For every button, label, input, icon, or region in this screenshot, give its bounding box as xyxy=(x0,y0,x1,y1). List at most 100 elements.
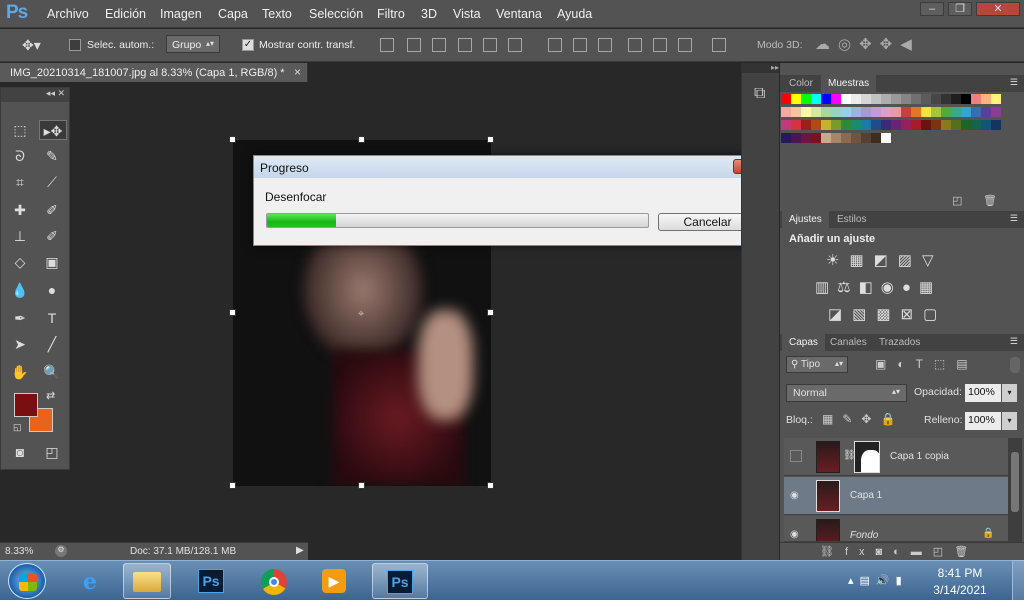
align-hcenter-icon[interactable] xyxy=(483,38,497,52)
adjustment-icons-row3[interactable]: ◪▧▩⊠▢ xyxy=(828,305,947,323)
fill-dropdown-icon[interactable]: ▾ xyxy=(1002,412,1017,430)
gradient-icon[interactable]: ▣ xyxy=(41,252,63,272)
taskbar-photoshop[interactable]: Ps xyxy=(187,563,235,599)
lock-icons[interactable]: ▦✎✥🔒 xyxy=(822,412,904,426)
clock[interactable]: 8:41 PM 3/14/2021 xyxy=(930,566,990,597)
layer-row-selected[interactable]: ◉ Capa 1 xyxy=(784,477,1008,515)
toolbox-header[interactable]: ◂◂ ✕ xyxy=(1,88,69,102)
distribute-top-icon[interactable] xyxy=(548,38,562,52)
color-swatch[interactable] xyxy=(841,94,851,104)
layers-scrollbar[interactable] xyxy=(1008,438,1022,542)
eraser-icon[interactable]: ◇ xyxy=(9,252,31,272)
color-swatch[interactable] xyxy=(831,94,841,104)
auto-align-icon[interactable] xyxy=(712,38,726,52)
new-swatch-icon[interactable]: ◰ xyxy=(952,194,962,207)
panel-menu-icon[interactable]: ☰ xyxy=(1010,77,1018,88)
color-swatch[interactable] xyxy=(891,120,901,130)
color-swatch[interactable] xyxy=(951,107,961,117)
hand-tool-icon[interactable]: ✋ xyxy=(9,362,31,382)
blur-tool-icon[interactable]: 💧 xyxy=(9,280,31,300)
auto-select-checkbox[interactable] xyxy=(69,39,81,51)
color-swatch[interactable] xyxy=(931,94,941,104)
eye-icon[interactable]: ◉ xyxy=(790,490,804,501)
dodge-tool-icon[interactable]: ● xyxy=(41,280,63,300)
show-transform-checkbox[interactable]: ✓ xyxy=(242,39,254,51)
color-swatch[interactable] xyxy=(871,133,881,143)
distribute-bottom-icon[interactable] xyxy=(598,38,612,52)
color-swatch[interactable] xyxy=(901,107,911,117)
color-swatch[interactable] xyxy=(781,107,791,117)
screen-mode-icon[interactable]: ◰ xyxy=(41,442,63,462)
transform-handle[interactable] xyxy=(487,136,494,143)
visibility-toggle[interactable] xyxy=(790,450,802,462)
color-swatch[interactable] xyxy=(851,120,861,130)
pen-tool-icon[interactable]: ✒ xyxy=(9,308,31,328)
minimize-button[interactable]: – xyxy=(920,2,944,16)
3d-mode-icons[interactable]: ☁◎✥✥◀ xyxy=(815,35,920,53)
clone-stamp-icon[interactable]: ⊥ xyxy=(9,226,31,246)
align-vcenter-icon[interactable] xyxy=(407,38,421,52)
distribute-left-icon[interactable] xyxy=(628,38,642,52)
transform-handle[interactable] xyxy=(229,309,236,316)
tab-canales[interactable]: Canales xyxy=(823,334,874,351)
color-swatch[interactable] xyxy=(831,120,841,130)
color-swatch[interactable] xyxy=(991,120,1001,130)
color-swatch[interactable] xyxy=(971,94,981,104)
blend-mode-select[interactable]: Normal ▴▾ xyxy=(786,384,907,402)
layer-row[interactable]: ◉ Fondo 🔒 xyxy=(784,516,1008,542)
zoom-level[interactable]: 8.33% xyxy=(5,546,33,557)
taskbar-explorer[interactable] xyxy=(123,563,171,599)
tab-muestras[interactable]: Muestras xyxy=(821,75,877,92)
group-select[interactable]: Grupo ▴▾ xyxy=(166,35,220,53)
brush-tool-icon[interactable]: ✐ xyxy=(41,200,63,220)
color-swatch[interactable] xyxy=(881,107,891,117)
color-swatch[interactable] xyxy=(911,94,921,104)
taskbar-chrome[interactable] xyxy=(250,563,298,599)
color-swatch[interactable] xyxy=(861,94,871,104)
color-swatch[interactable] xyxy=(871,94,881,104)
opacity-dropdown-icon[interactable]: ▾ xyxy=(1002,384,1017,402)
color-swatch[interactable] xyxy=(831,107,841,117)
color-swatch[interactable] xyxy=(781,120,791,130)
healing-brush-icon[interactable]: ✚ xyxy=(9,200,31,220)
transform-handle[interactable] xyxy=(358,482,365,489)
delete-swatch-icon[interactable]: 🗑 xyxy=(983,194,997,207)
path-select-icon[interactable]: ➤ xyxy=(9,334,31,354)
menu-3d[interactable]: 3D xyxy=(421,7,437,21)
type-tool-icon[interactable]: T xyxy=(41,308,63,328)
color-swatch[interactable] xyxy=(831,133,841,143)
color-swatch[interactable] xyxy=(781,94,791,104)
color-swatch[interactable] xyxy=(951,94,961,104)
color-swatch[interactable] xyxy=(851,133,861,143)
color-swatch[interactable] xyxy=(811,133,821,143)
color-swatch[interactable] xyxy=(961,120,971,130)
adjustment-icons-row1[interactable]: ☀▦◩▨▽ xyxy=(826,251,944,269)
color-swatch[interactable] xyxy=(931,107,941,117)
transform-handle[interactable] xyxy=(229,482,236,489)
menu-texto[interactable]: Texto xyxy=(262,7,292,21)
opacity-input[interactable]: 100% xyxy=(965,384,1001,402)
color-swatch[interactable] xyxy=(811,120,821,130)
color-swatch[interactable] xyxy=(981,94,991,104)
color-swatch[interactable] xyxy=(921,107,931,117)
color-swatch[interactable] xyxy=(841,107,851,117)
menu-capa[interactable]: Capa xyxy=(218,7,248,21)
color-swatch[interactable] xyxy=(981,120,991,130)
align-bottom-icon[interactable] xyxy=(432,38,446,52)
color-swatch[interactable] xyxy=(841,120,851,130)
lasso-tool-icon[interactable]: ᘐ xyxy=(9,146,31,166)
color-swatch[interactable] xyxy=(781,133,791,143)
distribute-hcenter-icon[interactable] xyxy=(653,38,667,52)
distribute-vcenter-icon[interactable] xyxy=(573,38,587,52)
taskbar-photoshop-active[interactable]: Ps xyxy=(372,563,428,599)
menu-seleccion[interactable]: Selección xyxy=(309,7,363,21)
color-swatch[interactable] xyxy=(881,120,891,130)
menu-ventana[interactable]: Ventana xyxy=(496,7,542,21)
panel-menu-icon[interactable]: ☰ xyxy=(1010,213,1018,224)
color-swatch[interactable] xyxy=(901,94,911,104)
color-swatch[interactable] xyxy=(841,133,851,143)
marquee-tool-icon[interactable]: ⬚ xyxy=(9,120,31,140)
menu-edicion[interactable]: Edición xyxy=(105,7,146,21)
color-swatch[interactable] xyxy=(921,94,931,104)
color-swatch[interactable] xyxy=(941,94,951,104)
